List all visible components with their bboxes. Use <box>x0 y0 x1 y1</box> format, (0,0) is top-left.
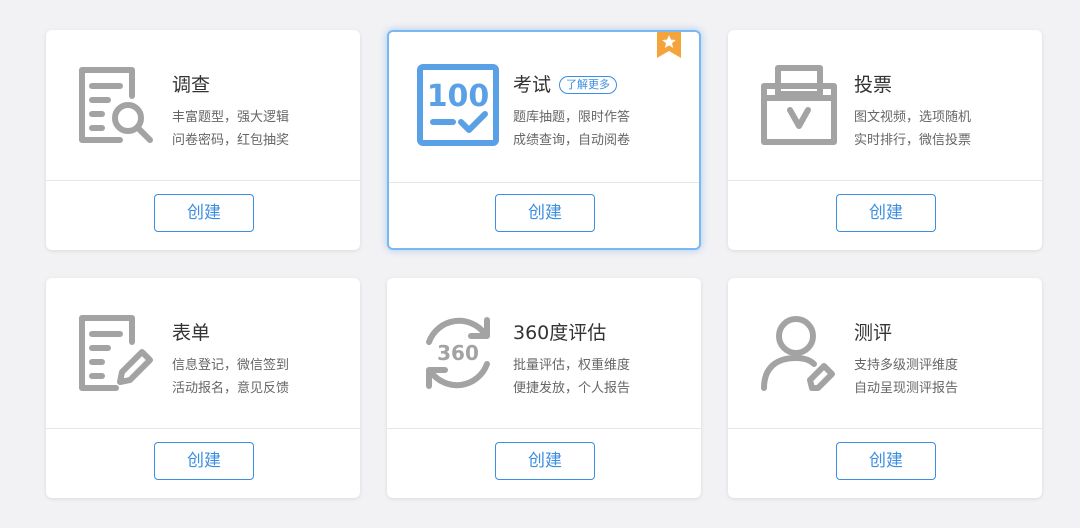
exam-100-icon: 100 <box>417 64 499 146</box>
desc-line: 丰富题型，强大逻辑 <box>172 110 290 125</box>
card-form: 表单 信息登记，微信签到 活动报名，意见反馈 创建 <box>46 278 360 498</box>
desc-line: 图文视频，选项随机 <box>854 110 972 125</box>
desc-line: 信息登记，微信签到 <box>172 358 290 373</box>
create-form-button[interactable]: 创建 <box>154 442 254 480</box>
desc-line: 支持多级测评维度 <box>854 358 959 373</box>
divider <box>728 180 1042 181</box>
card-description: 信息登记，微信签到 活动报名，意见反馈 <box>172 354 289 400</box>
survey-magnifier-icon <box>76 64 158 146</box>
svg-text:100: 100 <box>427 79 490 114</box>
divider <box>46 180 360 181</box>
360-refresh-icon: 360 <box>417 312 499 394</box>
create-assessment-button[interactable]: 创建 <box>836 442 936 480</box>
card-description: 图文视频，选项随机 实时排行，微信投票 <box>854 106 971 152</box>
create-survey-button[interactable]: 创建 <box>154 194 254 232</box>
desc-line: 活动报名，意见反馈 <box>172 381 290 396</box>
create-exam-button[interactable]: 创建 <box>495 194 595 232</box>
card-exam: 100 考试 了解更多 题库抽题，限时作答 成绩查询，自动阅卷 创建 <box>387 30 701 250</box>
create-vote-button[interactable]: 创建 <box>836 194 936 232</box>
desc-line: 成绩查询，自动阅卷 <box>513 133 631 148</box>
card-description: 支持多级测评维度 自动呈现测评报告 <box>854 354 958 400</box>
desc-line: 便捷发放，个人报告 <box>513 381 631 396</box>
card-360-evaluation: 360 360度评估 批量评估，权重维度 便捷发放，个人报告 创建 <box>387 278 701 498</box>
divider <box>46 428 360 429</box>
divider <box>389 182 699 183</box>
card-vote: 投票 图文视频，选项随机 实时排行，微信投票 创建 <box>728 30 1042 250</box>
card-description: 丰富题型，强大逻辑 问卷密码，红包抽奖 <box>172 106 289 152</box>
card-title: 投票 <box>854 74 893 96</box>
desc-line: 实时排行，微信投票 <box>854 133 972 148</box>
card-title: 360度评估 <box>513 322 607 344</box>
svg-text:360: 360 <box>437 341 479 365</box>
form-pencil-icon <box>76 312 158 394</box>
ballot-box-icon <box>758 64 840 146</box>
divider <box>387 428 701 429</box>
desc-line: 自动呈现测评报告 <box>854 381 959 396</box>
divider <box>728 428 1042 429</box>
card-description: 批量评估，权重维度 便捷发放，个人报告 <box>513 354 630 400</box>
desc-line: 问卷密码，红包抽奖 <box>172 133 290 148</box>
card-title: 考试 了解更多 <box>513 70 618 97</box>
card-title: 调查 <box>172 74 211 96</box>
card-description: 题库抽题，限时作答 成绩查询，自动阅卷 <box>513 106 630 152</box>
desc-line: 题库抽题，限时作答 <box>513 110 631 125</box>
card-title: 测评 <box>854 322 893 344</box>
learn-more-link[interactable]: 了解更多 <box>559 76 618 94</box>
person-pen-icon <box>758 312 840 394</box>
desc-line: 批量评估，权重维度 <box>513 358 631 373</box>
create-360-button[interactable]: 创建 <box>495 442 595 480</box>
card-assessment: 测评 支持多级测评维度 自动呈现测评报告 创建 <box>728 278 1042 498</box>
card-survey: 调查 丰富题型，强大逻辑 问卷密码，红包抽奖 创建 <box>46 30 360 250</box>
card-title: 表单 <box>172 322 211 344</box>
card-title-text: 考试 <box>513 74 552 96</box>
